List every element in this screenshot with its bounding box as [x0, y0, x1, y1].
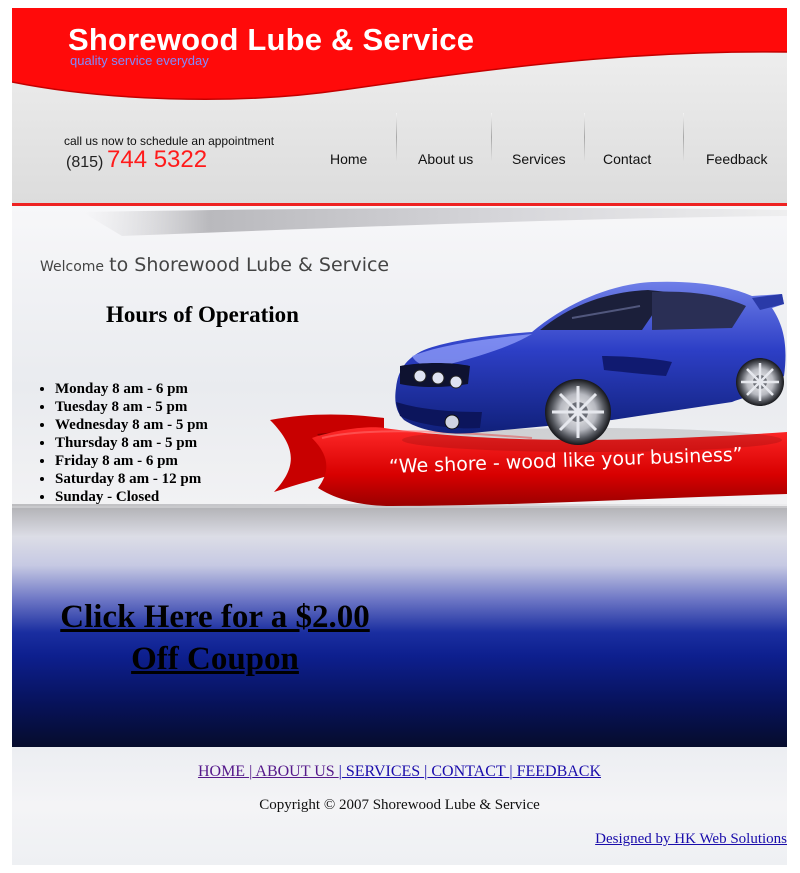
footer-link-home[interactable]: HOME	[198, 763, 249, 780]
coupon-section: Click Here for a $2.00 Off Coupon	[12, 508, 787, 747]
hours-item: Sunday - Closed	[55, 488, 208, 506]
hours-list: Monday 8 am - 6 pm Tuesday 8 am - 5 pm W…	[34, 380, 208, 506]
hours-item: Thursday 8 am - 5 pm	[55, 434, 208, 452]
nav-feedback[interactable]: Feedback	[706, 151, 767, 167]
site-tagline: quality service everyday	[70, 53, 209, 68]
welcome-banner: Welcome to Shorewood Lube & Service Hour…	[12, 206, 787, 508]
footer-link-about-us[interactable]: ABOUT US	[252, 763, 338, 780]
footer-link-contact[interactable]: CONTACT	[427, 763, 509, 780]
coupon-link-line1[interactable]: Click Here for a $2.00	[60, 599, 369, 635]
phone-number: 744 5322	[107, 146, 208, 173]
nav-contact[interactable]: Contact	[603, 151, 651, 167]
site-footer: HOME | ABOUT US | SERVICES | CONTACT | F…	[12, 747, 787, 865]
copyright-text: Copyright © 2007 Shorewood Lube & Servic…	[259, 797, 540, 813]
designer-credit-link[interactable]: Designed by HK Web Solutions	[595, 831, 787, 848]
nav-divider	[491, 113, 492, 161]
nav-divider	[683, 113, 684, 161]
phone-area-code: (815)	[66, 154, 104, 171]
hours-item: Saturday 8 am - 12 pm	[55, 470, 208, 488]
nav-services[interactable]: Services	[512, 151, 566, 167]
car-image	[395, 281, 786, 452]
nav-home[interactable]: Home	[330, 151, 367, 167]
coupon-link[interactable]: Click Here for a $2.00 Off Coupon	[34, 596, 396, 680]
welcome-word: Welcome	[40, 259, 105, 275]
footer-nav: HOME | ABOUT US | SERVICES | CONTACT | F…	[12, 763, 787, 781]
hours-title: Hours of Operation	[106, 302, 299, 327]
coupon-link-line2[interactable]: Off Coupon	[131, 641, 299, 677]
welcome-business-name: to Shorewood Lube & Service	[109, 254, 390, 276]
hours-item: Friday 8 am - 6 pm	[55, 452, 208, 470]
site-header: Shorewood Lube & Service quality service…	[12, 8, 787, 206]
page: Shorewood Lube & Service quality service…	[12, 8, 787, 865]
hours-item: Monday 8 am - 6 pm	[55, 380, 208, 398]
footer-link-services[interactable]: SERVICES	[342, 763, 424, 780]
nav-divider	[396, 113, 397, 161]
nav-about-us[interactable]: About us	[418, 151, 473, 167]
hours-item: Wednesday 8 am - 5 pm	[55, 416, 208, 434]
nav-divider	[584, 113, 585, 161]
footer-link-feedback[interactable]: FEEDBACK	[513, 763, 601, 780]
welcome-heading: Welcome to Shorewood Lube & Service	[40, 254, 389, 276]
hours-item: Tuesday 8 am - 5 pm	[55, 398, 208, 416]
